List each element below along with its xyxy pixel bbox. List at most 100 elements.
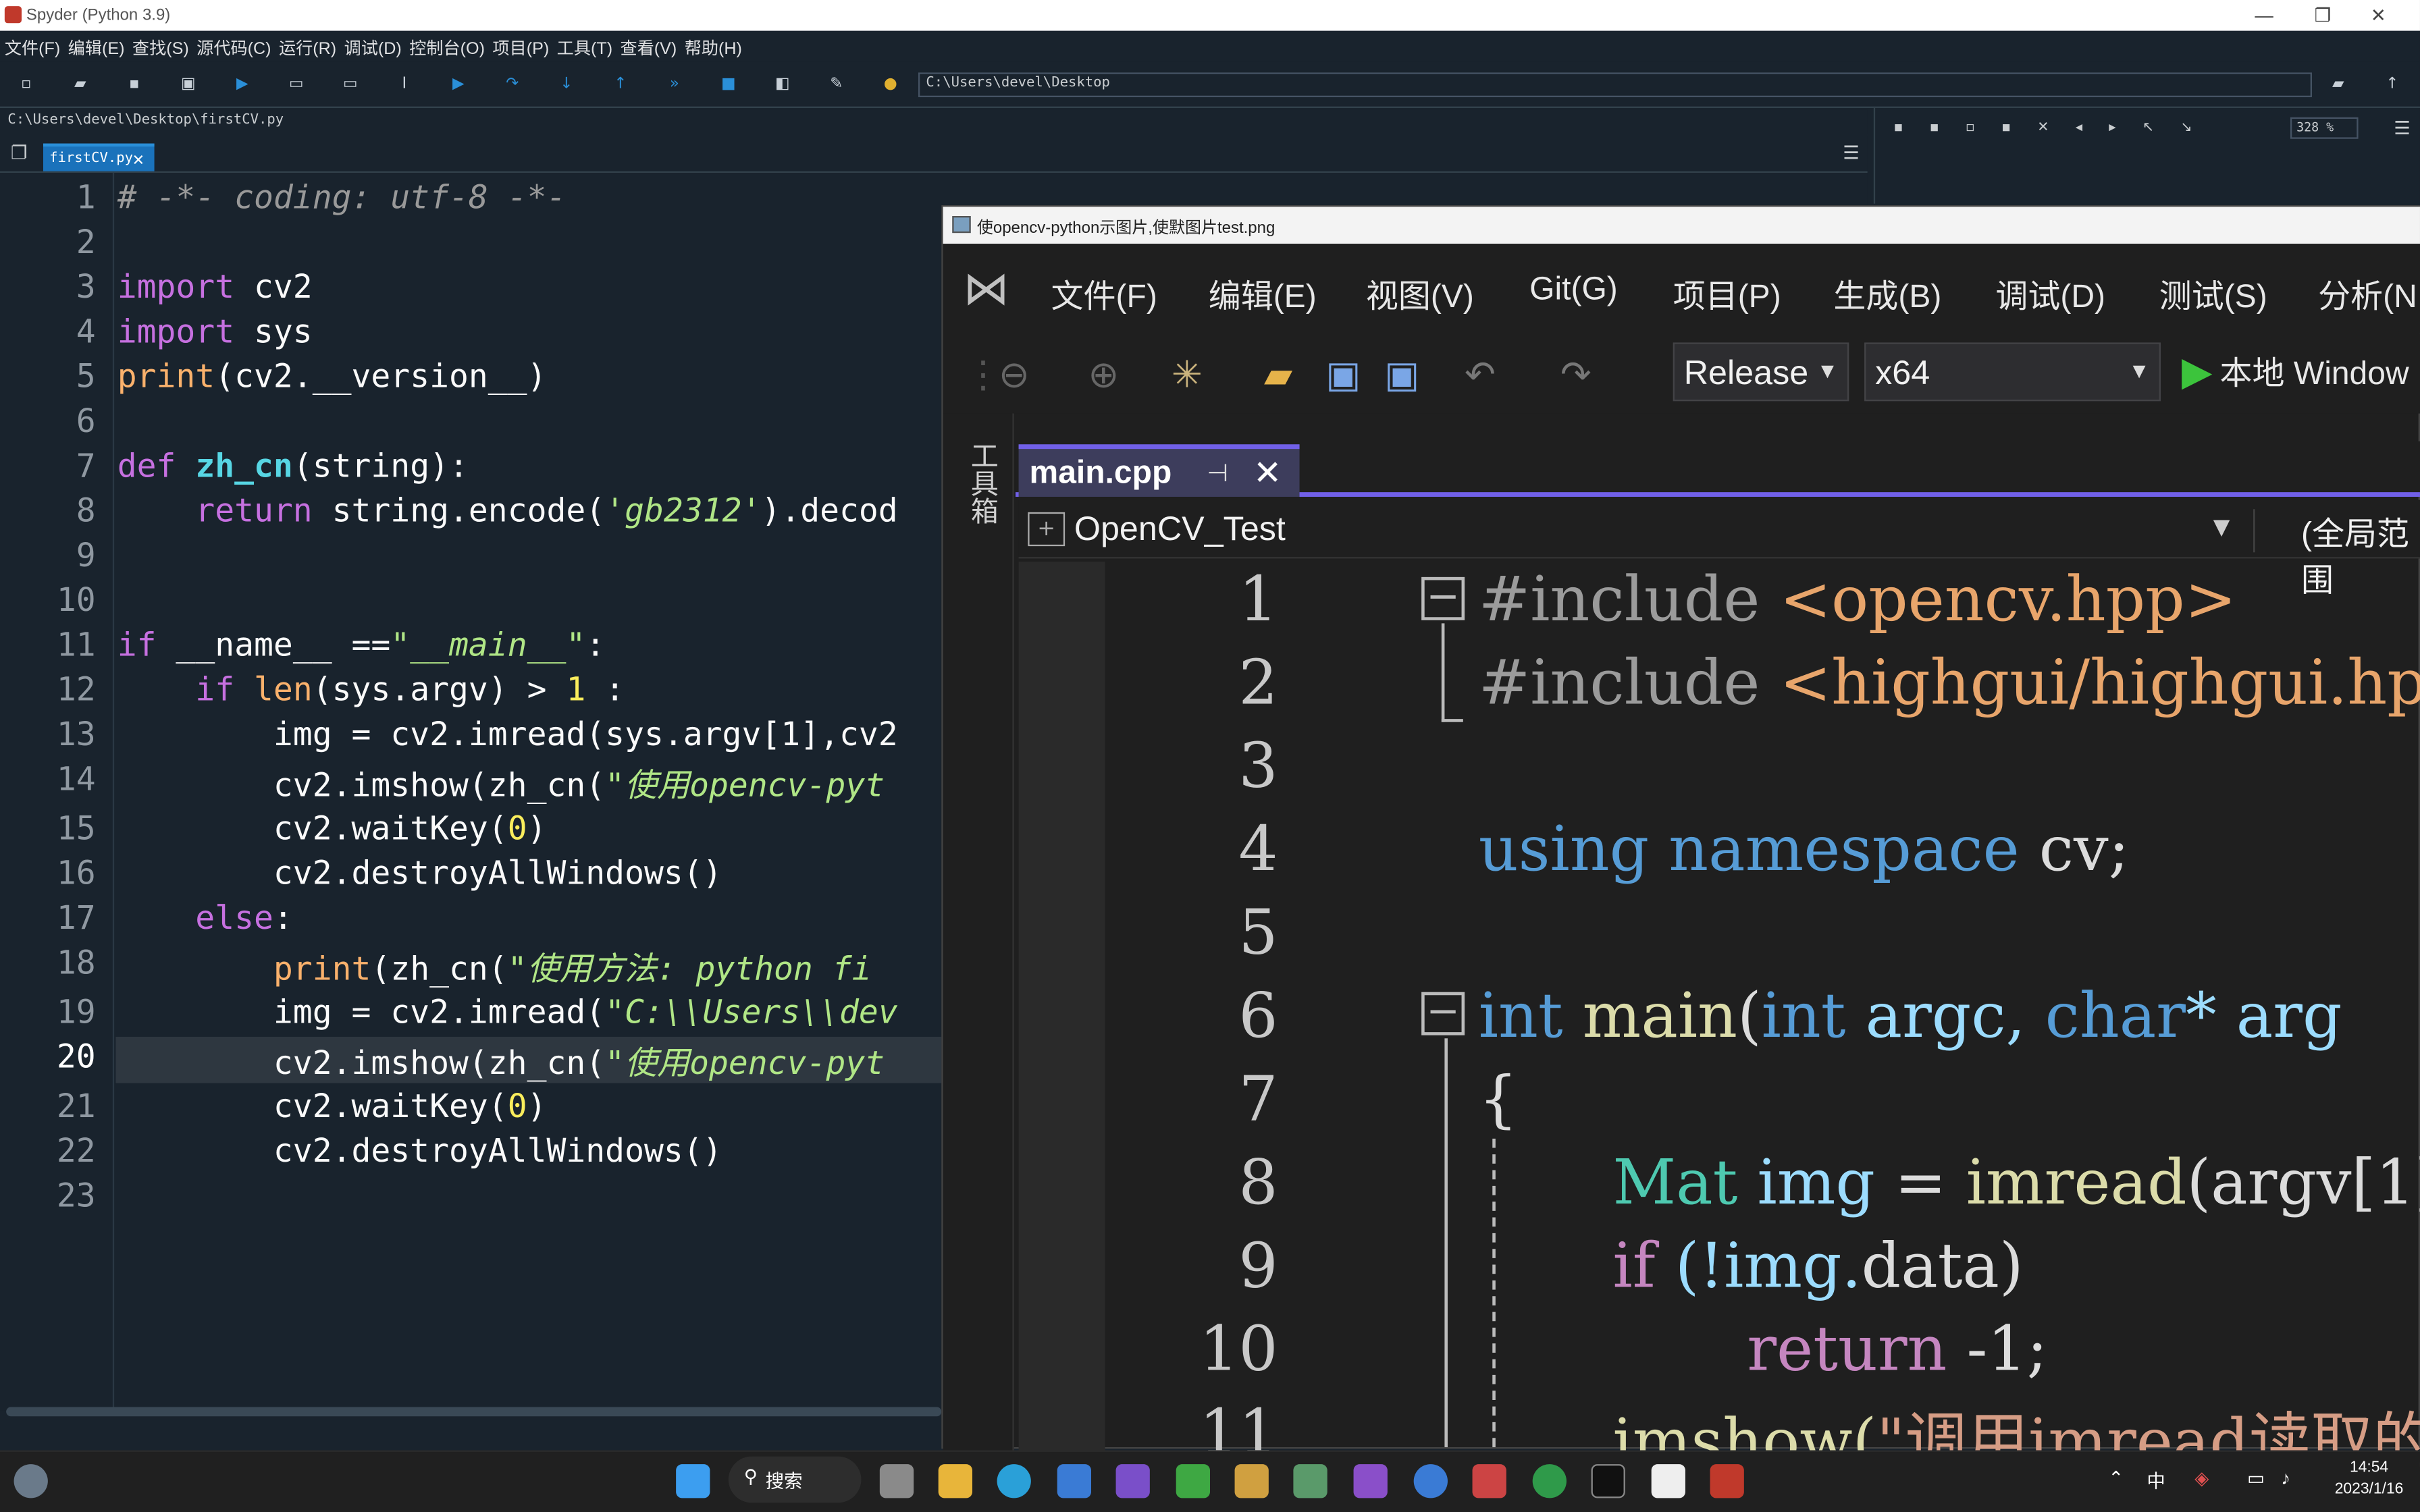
file-explorer-icon[interactable] xyxy=(938,1464,972,1498)
zoom-level[interactable]: 328 % xyxy=(2290,117,2359,139)
widgets-icon[interactable] xyxy=(14,1464,48,1498)
vs-save-all-icon[interactable]: ▣ xyxy=(1384,353,1419,396)
tab-firstcv[interactable]: firstCV.py ✕ xyxy=(43,143,155,171)
pane-icon[interactable]: ▪ ▪ ▫ ▪ ✕ ◂ ▸ ↖ ↘ xyxy=(1894,120,2192,136)
antivirus-icon[interactable]: ◈ xyxy=(2194,1467,2209,1489)
qt-creator-icon[interactable] xyxy=(1176,1464,1210,1498)
visual-studio-icon[interactable] xyxy=(1353,1464,1388,1498)
vs-save-icon[interactable]: ▣ xyxy=(1325,353,1361,396)
run-selection-icon[interactable]: I xyxy=(395,76,413,94)
file-path: C:\Users\devel\Desktop\firstCV.py xyxy=(0,109,1868,134)
step-return-icon[interactable]: ↑ xyxy=(611,76,629,94)
step-into-icon[interactable]: ↓ xyxy=(557,76,575,94)
tab-main-cpp[interactable]: main.cpp ⊣ ✕ xyxy=(1018,444,1300,497)
debug-icon[interactable]: ▶ xyxy=(449,76,467,94)
browse-tabs-icon[interactable]: ❐ xyxy=(11,142,28,163)
forward-icon[interactable]: ⊕ xyxy=(1088,353,1119,396)
open-file-icon[interactable]: ▰ xyxy=(71,76,89,94)
start-icon[interactable] xyxy=(676,1464,710,1498)
menu-projects[interactable]: 项目(P) xyxy=(488,31,552,62)
vs-menu-analyze[interactable]: 分析(N xyxy=(2318,271,2417,318)
visual-studio-code-icon[interactable] xyxy=(1115,1464,1150,1498)
chevron-down-icon[interactable]: ▼ xyxy=(2213,515,2230,540)
maximize-button[interactable]: ❐ xyxy=(2300,1,2346,29)
horizontal-scrollbar[interactable] xyxy=(6,1407,942,1417)
run-icon[interactable]: ▶ xyxy=(233,76,251,94)
network-icon[interactable]: ▭ xyxy=(2247,1467,2265,1489)
configuration-select[interactable]: Release ▼ xyxy=(1673,342,1849,402)
close-button[interactable]: ✕ xyxy=(2355,1,2402,29)
run-cell-advance-icon[interactable]: ▭ xyxy=(341,76,359,94)
keyword: def xyxy=(117,447,196,485)
parent-dir-icon[interactable]: ↑ xyxy=(2383,76,2401,94)
vs-menu-project[interactable]: 项目(P) xyxy=(1673,271,1781,318)
stop-debug-icon[interactable]: ■ xyxy=(719,76,737,94)
continue-icon[interactable]: » xyxy=(665,76,683,94)
vs-menu-debug[interactable]: 调试(D) xyxy=(1995,271,2105,318)
menu-debug[interactable]: 调试(D) xyxy=(340,31,405,62)
vs-menu-view[interactable]: 视图(V) xyxy=(1366,271,1474,318)
vs-menu-build[interactable]: 生成(B) xyxy=(1833,271,1941,318)
tool-icon[interactable] xyxy=(1234,1464,1269,1498)
menu-source[interactable]: 源代码(C) xyxy=(192,31,274,62)
collapse-icon[interactable]: − xyxy=(1421,576,1465,620)
pin-icon[interactable]: ⊣ xyxy=(1207,458,1228,489)
terminal-icon[interactable] xyxy=(1591,1464,1625,1498)
maximize-pane-icon[interactable]: ◧ xyxy=(773,76,791,94)
menu-consoles[interactable]: 控制台(O) xyxy=(404,31,488,62)
close-tab-icon[interactable]: ✕ xyxy=(133,148,144,169)
undo-icon[interactable]: ↶ xyxy=(1465,353,1496,396)
run-cell-icon[interactable]: ▭ xyxy=(287,76,305,94)
ime-indicator[interactable]: 中 xyxy=(2147,1467,2165,1494)
pane-menu-icon[interactable]: ☰ xyxy=(2394,117,2411,139)
options-menu-icon[interactable]: ☰ xyxy=(1843,142,1860,163)
word-icon[interactable] xyxy=(1413,1464,1448,1498)
browse-folder-icon[interactable]: ▰ xyxy=(2329,76,2347,94)
taskbar-search[interactable]: ⚲ 搜索 xyxy=(728,1456,862,1503)
new-project-icon[interactable]: ✳ xyxy=(1172,353,1203,396)
menu-help[interactable]: 帮助(H) xyxy=(680,31,745,62)
store-icon[interactable] xyxy=(1057,1464,1091,1498)
vs-menu-edit[interactable]: 编辑(E) xyxy=(1209,271,1317,318)
keyword: if xyxy=(117,626,157,664)
save-icon[interactable]: ▪ xyxy=(125,76,143,94)
python-path-icon[interactable]: ● xyxy=(881,76,899,94)
vs-menu-file[interactable]: 文件(F) xyxy=(1051,271,1157,318)
menu-tools[interactable]: 工具(T) xyxy=(552,31,616,62)
line-number: 7 xyxy=(76,447,96,485)
close-tab-icon[interactable]: ✕ xyxy=(1253,454,1282,493)
back-icon[interactable]: ⊖ xyxy=(999,353,1030,396)
menu-file[interactable]: 文件(F) xyxy=(0,31,63,62)
snipping-tool-icon[interactable] xyxy=(1472,1464,1506,1498)
minimize-button[interactable]: — xyxy=(2241,1,2288,29)
app-icon[interactable] xyxy=(1293,1464,1327,1498)
toolbox-panel[interactable]: 工具箱 xyxy=(943,413,1014,1451)
redo-icon[interactable]: ↷ xyxy=(1560,353,1592,396)
volume-icon[interactable]: ♪ xyxy=(2281,1467,2290,1489)
step-over-icon[interactable]: ↷ xyxy=(503,76,521,94)
new-file-icon[interactable]: ▫ xyxy=(17,76,35,94)
vs-menu-git[interactable]: Git(G) xyxy=(1529,271,1618,308)
tray-overflow-icon[interactable]: ⌃ xyxy=(2108,1467,2124,1489)
working-directory-input[interactable]: C:\Users\devel\Desktop xyxy=(918,72,2312,97)
notepad-icon[interactable] xyxy=(1651,1464,1685,1498)
menu-run[interactable]: 运行(R) xyxy=(274,31,340,62)
edge-icon[interactable] xyxy=(997,1464,1031,1498)
refresh-app-icon[interactable] xyxy=(1532,1464,1567,1498)
spyder-taskbar-icon[interactable] xyxy=(1710,1464,1744,1498)
project-dropdown[interactable]: OpenCV_Test xyxy=(1074,509,1286,549)
platform-select[interactable]: x64 ▼ xyxy=(1864,342,2161,402)
preferences-icon[interactable]: ✎ xyxy=(827,76,845,94)
open-folder-icon[interactable]: ▰ xyxy=(1264,353,1292,396)
save-all-icon[interactable]: ▣ xyxy=(179,76,197,94)
clock[interactable]: 14:54 2023/1/16 xyxy=(2330,1458,2407,1501)
scope-dropdown[interactable]: (全局范围 xyxy=(2253,509,2420,599)
collapse-icon[interactable]: − xyxy=(1421,992,1465,1035)
menu-view[interactable]: 查看(V) xyxy=(616,31,680,62)
vs-menu-test[interactable]: 测试(S) xyxy=(2159,271,2267,318)
menu-edit[interactable]: 编辑(E) xyxy=(63,31,128,62)
start-debugging-button[interactable]: ▶ 本地 Window xyxy=(2182,349,2409,396)
menu-search[interactable]: 查找(S) xyxy=(128,31,192,62)
task-view-icon[interactable] xyxy=(879,1464,914,1498)
